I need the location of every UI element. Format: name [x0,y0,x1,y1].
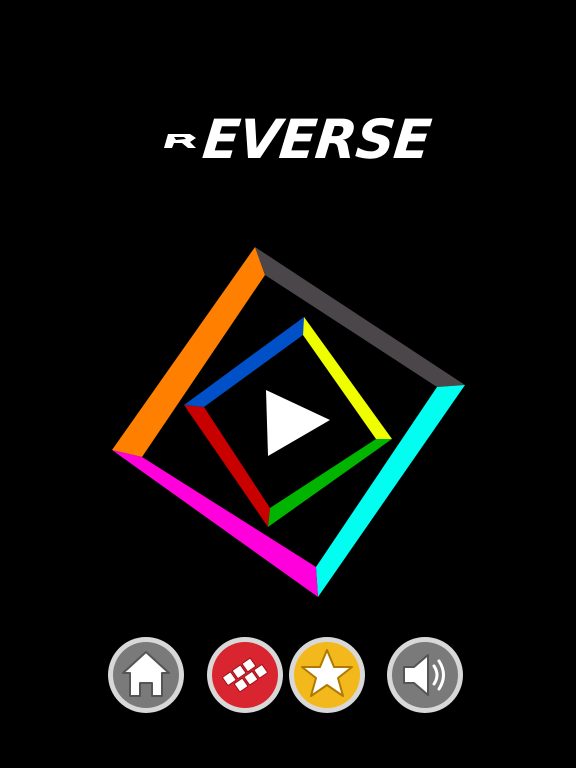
game-logo: EVERSE [0,108,576,172]
tiles-icon [207,637,283,713]
star-icon [289,637,365,713]
outer-ring-bottom-left-segment [112,450,318,597]
play-button[interactable] [242,372,342,472]
sound-button[interactable] [386,636,464,714]
logo-r-mark-icon [164,134,196,148]
home-icon [108,637,184,713]
home-button[interactable] [107,636,185,714]
rate-button[interactable] [288,636,366,714]
speaker-icon [387,637,463,713]
more-games-button[interactable] [206,636,284,714]
outer-ring-top-right-segment [255,247,465,387]
game-title: EVERSE [199,108,434,171]
play-icon [266,390,330,456]
